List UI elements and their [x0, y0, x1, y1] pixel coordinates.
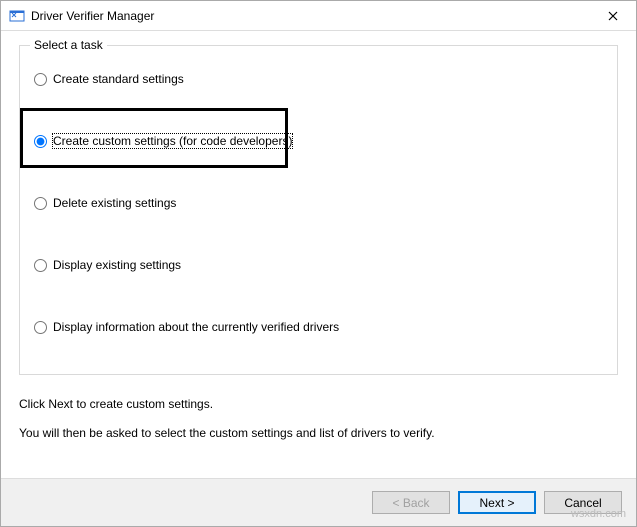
next-button[interactable]: Next > — [458, 491, 536, 514]
option-display-existing[interactable]: Display existing settings — [34, 258, 603, 272]
option-delete-existing[interactable]: Delete existing settings — [34, 196, 603, 210]
radio-label[interactable]: Create custom settings (for code develop… — [53, 134, 292, 148]
radio-create-custom[interactable] — [34, 135, 47, 148]
radio-display-info[interactable] — [34, 321, 47, 334]
option-create-standard[interactable]: Create standard settings — [34, 72, 603, 86]
groupbox-legend: Select a task — [30, 38, 107, 52]
radio-label[interactable]: Delete existing settings — [53, 196, 176, 210]
app-icon — [9, 8, 25, 24]
radio-label[interactable]: Display existing settings — [53, 258, 181, 272]
option-create-custom[interactable]: Create custom settings (for code develop… — [34, 134, 603, 148]
close-icon — [608, 11, 618, 21]
wizard-button-bar: < Back Next > Cancel — [1, 478, 636, 526]
radio-label[interactable]: Display information about the currently … — [53, 320, 339, 334]
back-button: < Back — [372, 491, 450, 514]
radio-delete-existing[interactable] — [34, 197, 47, 210]
option-display-info[interactable]: Display information about the currently … — [34, 320, 603, 334]
radio-create-standard[interactable] — [34, 73, 47, 86]
window: Driver Verifier Manager Select a task Cr… — [0, 0, 637, 527]
instructions: Click Next to create custom settings. Yo… — [19, 393, 618, 445]
instruction-line: Click Next to create custom settings. — [19, 393, 618, 416]
titlebar[interactable]: Driver Verifier Manager — [1, 1, 636, 31]
content-area: Select a task Create standard settings C… — [1, 31, 636, 478]
instruction-line: You will then be asked to select the cus… — [19, 422, 618, 445]
task-groupbox: Select a task Create standard settings C… — [19, 45, 618, 375]
close-button[interactable] — [590, 1, 636, 31]
radio-label[interactable]: Create standard settings — [53, 72, 184, 86]
radio-display-existing[interactable] — [34, 259, 47, 272]
cancel-button[interactable]: Cancel — [544, 491, 622, 514]
window-title: Driver Verifier Manager — [31, 9, 590, 23]
